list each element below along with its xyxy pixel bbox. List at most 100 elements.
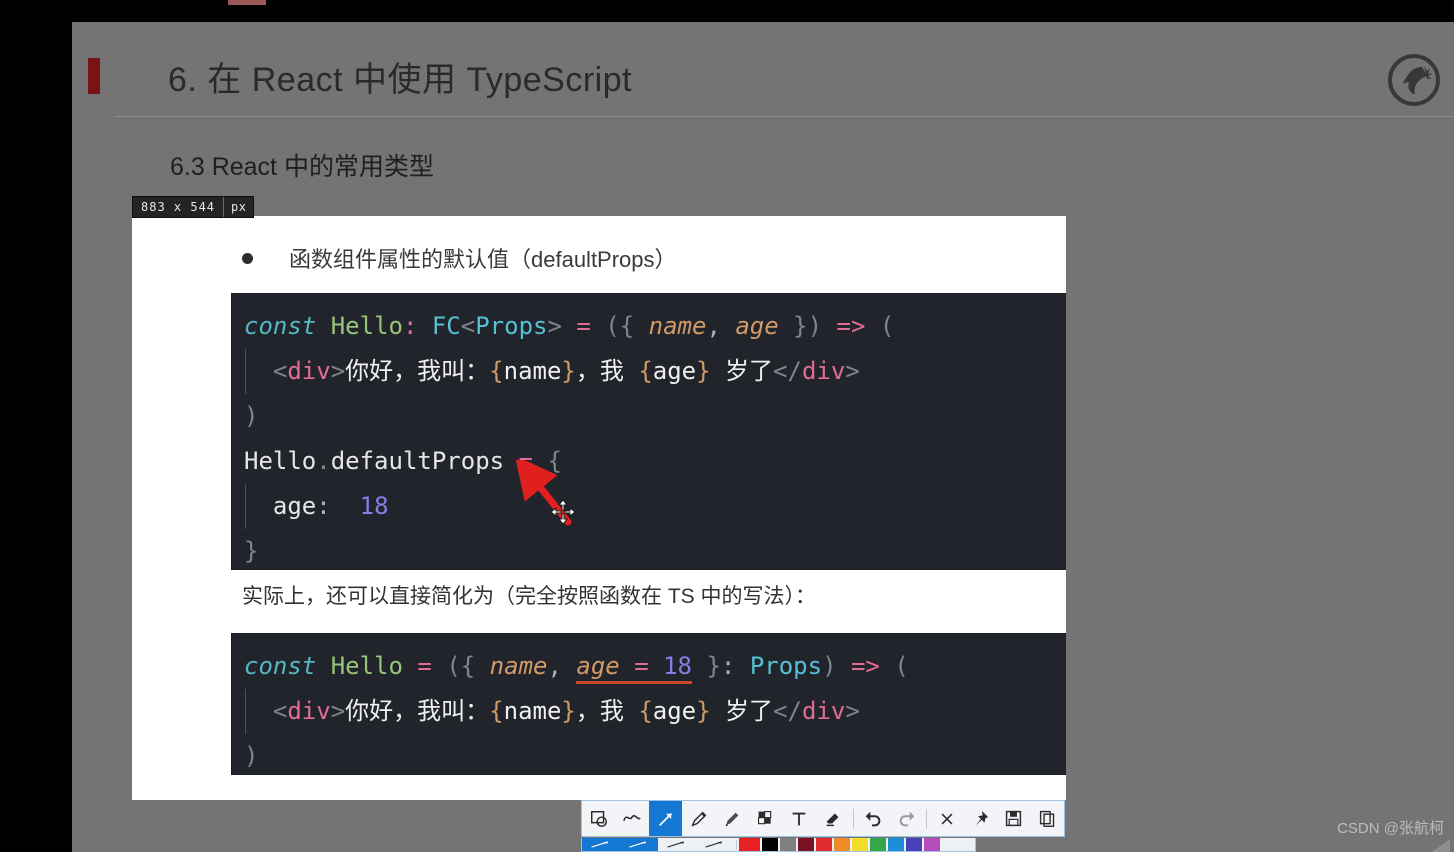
color-green[interactable] [870, 838, 886, 851]
annotation-toolbar-options-row[interactable] [581, 838, 976, 852]
code-token: age [576, 652, 620, 684]
code-token: ，我 [575, 357, 639, 385]
code-token: ) [807, 312, 823, 340]
marker-tool[interactable] [716, 801, 749, 836]
redo-button[interactable] [890, 801, 923, 836]
code-token: Hello [330, 312, 403, 340]
code-token: FC [431, 312, 461, 340]
code-line: ) [232, 734, 1066, 779]
rectangle-ellipse-icon [589, 809, 609, 829]
copy-button[interactable] [1031, 801, 1064, 836]
capture-panel[interactable]: 函数组件属性的默认值（defaultProps） const Hello: FC… [132, 216, 1066, 800]
code-token: ( [446, 652, 461, 680]
freehand-line-tool[interactable] [615, 801, 648, 836]
code-token: const [244, 652, 317, 680]
title-accent-bar [88, 58, 100, 94]
rectangle-shape-tool[interactable] [582, 801, 615, 836]
code-token: } [706, 652, 721, 680]
wave-line-icon [622, 809, 642, 829]
top-black-bar [0, 0, 1454, 22]
code-token: { [619, 312, 635, 340]
pin-button[interactable] [964, 801, 997, 836]
highlighter-icon [722, 809, 742, 829]
code-token: { [489, 357, 504, 385]
floppy-save-icon [1004, 809, 1023, 828]
mosaic-tool[interactable] [749, 801, 782, 836]
color-red-selected[interactable] [739, 838, 760, 851]
close-x-icon [938, 810, 956, 828]
color-yellow[interactable] [852, 838, 868, 851]
eraser-tool[interactable] [816, 801, 849, 836]
code-line: <div>你好，我叫：{name}，我 {age} 岁了</div> [232, 689, 1066, 734]
code-token: => [850, 652, 880, 680]
undo-button[interactable] [856, 801, 889, 836]
code-token: } [561, 357, 576, 385]
code-token: < [460, 312, 476, 340]
code-token: name [489, 652, 548, 680]
code-token: age [735, 312, 779, 340]
code-token: { [489, 697, 504, 725]
code-token: { [547, 447, 562, 475]
code-token: 18 [663, 652, 692, 684]
horse-head-logo-icon [1386, 52, 1442, 108]
code-token: } [561, 697, 576, 725]
code-token: ( [605, 312, 620, 340]
code-block-defaultprops: const Hello: FC<Props> = ({ name, age })… [232, 294, 1066, 569]
color-blue[interactable] [888, 838, 904, 851]
code-token: < [272, 357, 288, 385]
color-magenta[interactable] [924, 838, 940, 851]
code-line: ) [232, 394, 1066, 439]
code-token: { [638, 697, 653, 725]
code-token [648, 652, 664, 684]
code-token: div [287, 357, 331, 385]
code-token: => [836, 312, 866, 340]
arrow-style-thin[interactable] [658, 838, 696, 851]
text-tool[interactable] [783, 801, 816, 836]
move-cursor-icon [550, 499, 576, 525]
pencil-tool[interactable] [682, 801, 715, 836]
snip-size-badge: 883 x 544 px [132, 196, 255, 218]
arrow-style-outline[interactable] [696, 838, 734, 851]
code-token: age [652, 697, 697, 725]
pin-icon [970, 809, 990, 829]
arrow-style-solid[interactable] [582, 838, 620, 851]
copy-pages-icon [1038, 809, 1057, 828]
code-line: } [232, 529, 1066, 574]
code-line: <div>你好，我叫：{name}，我 {age} 岁了</div> [232, 349, 1066, 394]
annotation-toolbar[interactable] [581, 800, 1065, 837]
code-token: Props [749, 652, 823, 680]
code-token: ，我 [575, 697, 639, 725]
arrow-tool[interactable] [648, 801, 683, 836]
color-indigo[interactable] [906, 838, 922, 851]
code-token: defaultProps [330, 447, 505, 475]
indent-guide [245, 349, 246, 394]
save-button[interactable] [997, 801, 1030, 836]
code-token: age [652, 357, 697, 385]
code-line: const Hello = ({ name, age = 18 }: Props… [232, 644, 1066, 689]
code-token: Hello [330, 652, 403, 680]
color-black[interactable] [762, 838, 778, 851]
color-gray[interactable] [780, 838, 796, 851]
snip-dimensions: 883 x 544 [141, 200, 216, 214]
code-token: 18 [359, 492, 389, 520]
color-orange[interactable] [834, 838, 850, 851]
code-block-simplified: const Hello = ({ name, age = 18 }: Props… [232, 634, 1066, 774]
code-token: const [244, 312, 317, 340]
code-token: </ [773, 697, 802, 725]
arrow-style-filled[interactable] [620, 838, 658, 851]
close-button[interactable] [930, 801, 963, 836]
code-token: div [801, 357, 846, 385]
color-dark-red[interactable] [798, 838, 814, 851]
top-sliver-accent [228, 0, 266, 5]
color-red[interactable] [816, 838, 832, 851]
